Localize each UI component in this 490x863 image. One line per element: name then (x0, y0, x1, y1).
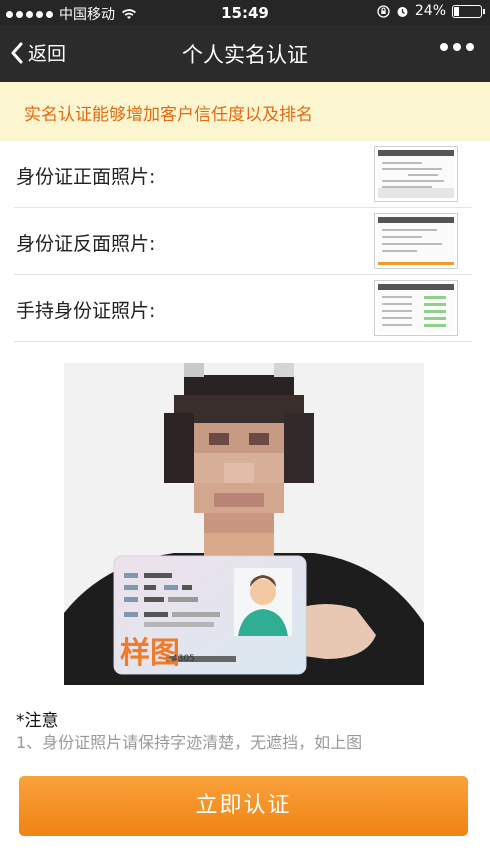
id-handheld-thumbnail[interactable] (374, 280, 458, 336)
photo-row-label: 身份证正面照片: (16, 166, 156, 188)
more-options-icon[interactable] (440, 43, 474, 51)
photo-row-id-front[interactable]: 身份证正面照片: (14, 141, 472, 208)
photo-upload-list: 身份证正面照片: 身份证反面照片: 手持身份证照片: (14, 141, 472, 342)
note-item: 1、身份证照片请保持字迹清楚，无遮挡，如上图 (16, 733, 363, 752)
status-right: 24% (377, 3, 485, 19)
notice-banner: 实名认证能够增加客户信任度以及排名 (0, 82, 490, 141)
orientation-lock-icon (377, 4, 390, 18)
note-title: *注意 (16, 711, 59, 731)
card-id-prefix: 4305 (172, 654, 195, 664)
id-back-thumbnail[interactable] (374, 213, 458, 269)
id-front-thumbnail[interactable] (374, 146, 458, 202)
sample-watermark: 样图 (120, 636, 180, 671)
status-bar: 中国移动 15:49 24% (0, 0, 490, 25)
submit-verification-button[interactable]: 立即认证 (19, 776, 468, 836)
photo-row-id-handheld[interactable]: 手持身份证照片: (14, 275, 472, 342)
alarm-icon (397, 6, 408, 17)
page-title: 个人实名认证 (182, 43, 308, 67)
photo-row-id-back[interactable]: 身份证反面照片: (14, 208, 472, 275)
sample-id-photo: 样图 4305 (64, 363, 424, 685)
photo-row-label: 手持身份证照片: (16, 300, 156, 322)
battery-icon (452, 4, 485, 18)
battery-percent: 24% (414, 3, 446, 19)
photo-row-label: 身份证反面照片: (16, 233, 156, 255)
sample-photo-illustration: 样图 4305 (64, 363, 424, 685)
nav-bar: 返回 个人实名认证 (0, 25, 490, 82)
